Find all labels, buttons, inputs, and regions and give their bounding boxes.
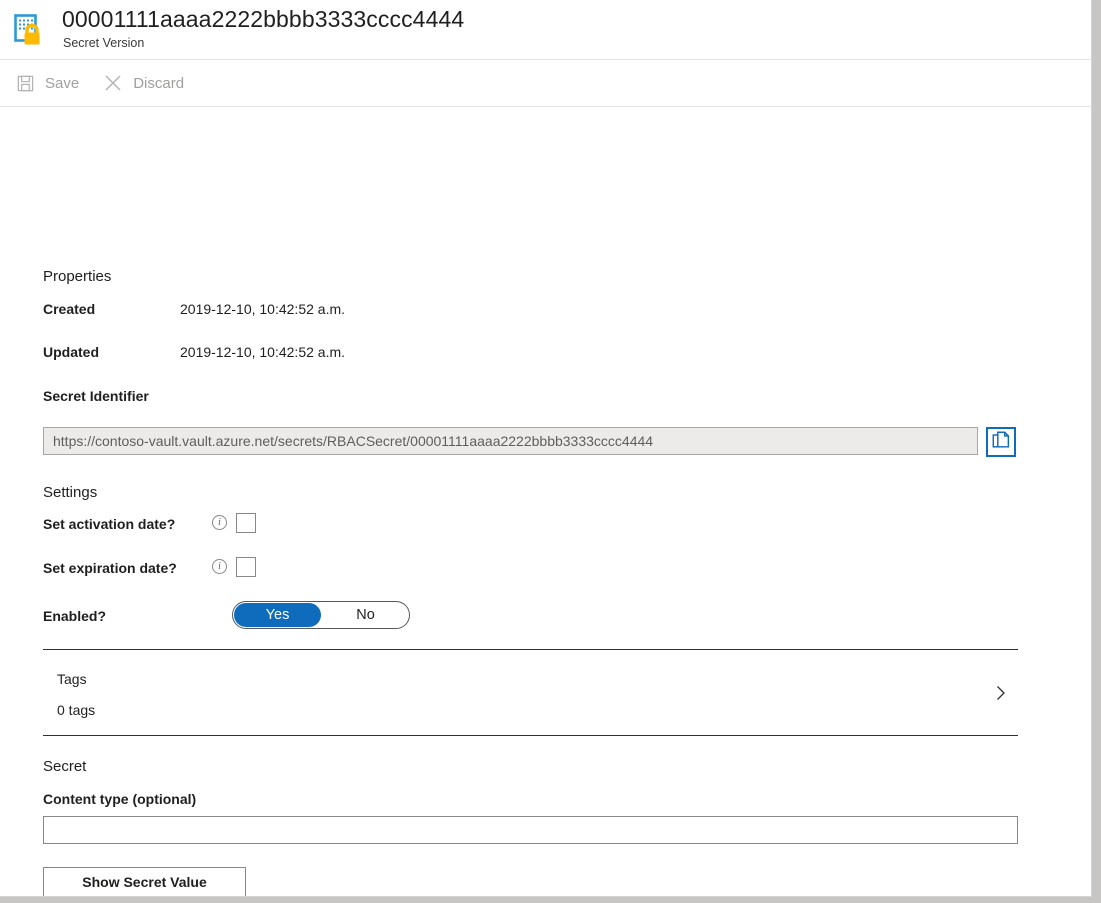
secret-version-blade: 00001111aaaa2222bbbb3333cccc4444 Secret … [0,0,1092,897]
content-type-input[interactable] [43,816,1018,844]
enabled-toggle-yes[interactable]: Yes [234,603,321,627]
set-expiration-date-label: Set expiration date? [43,560,177,576]
enabled-toggle-no[interactable]: No [322,602,409,628]
discard-button-label: Discard [133,74,185,92]
tags-title: Tags [57,671,87,687]
properties-heading: Properties [43,268,112,285]
set-activation-date-label: Set activation date? [43,516,176,532]
copy-icon [991,430,1011,455]
page-title: 00001111aaaa2222bbbb3333cccc4444 [62,6,465,32]
page-subtitle: Secret Version [63,36,145,50]
show-secret-value-button[interactable]: Show Secret Value [43,867,246,896]
blade-header: 00001111aaaa2222bbbb3333cccc4444 Secret … [0,0,1091,60]
info-icon[interactable]: i [212,515,227,530]
content-type-label: Content type (optional) [43,791,197,807]
save-button-label: Save [45,74,80,92]
close-x-icon [101,71,125,95]
command-toolbar: Save Discard [0,60,1091,107]
created-value: 2019-12-10, 10:42:52 a.m. [180,301,346,317]
set-expiration-date-checkbox[interactable] [236,557,256,577]
save-button[interactable]: Save [13,66,87,100]
tags-count: 0 tags [57,702,96,718]
updated-value: 2019-12-10, 10:42:52 a.m. [180,344,346,360]
settings-heading: Settings [43,484,98,501]
secret-key-icon [12,12,48,48]
secret-identifier-label: Secret Identifier [43,388,149,404]
info-icon[interactable]: i [212,559,227,574]
save-disk-icon [13,71,37,95]
discard-button[interactable]: Discard [101,66,192,100]
tags-section[interactable]: Tags 0 tags [43,649,1018,736]
secret-identifier-field[interactable]: https://contoso-vault.vault.azure.net/se… [43,427,978,455]
created-label: Created [43,301,96,317]
updated-label: Updated [43,344,99,360]
chevron-right-icon[interactable] [992,684,1010,702]
secret-heading: Secret [43,758,87,775]
set-activation-date-checkbox[interactable] [236,513,256,533]
enabled-label: Enabled? [43,608,107,624]
enabled-toggle[interactable]: Yes No [232,601,410,629]
copy-secret-identifier-button[interactable] [986,427,1016,457]
screenshot-root: 00001111aaaa2222bbbb3333cccc4444 Secret … [0,0,1101,903]
